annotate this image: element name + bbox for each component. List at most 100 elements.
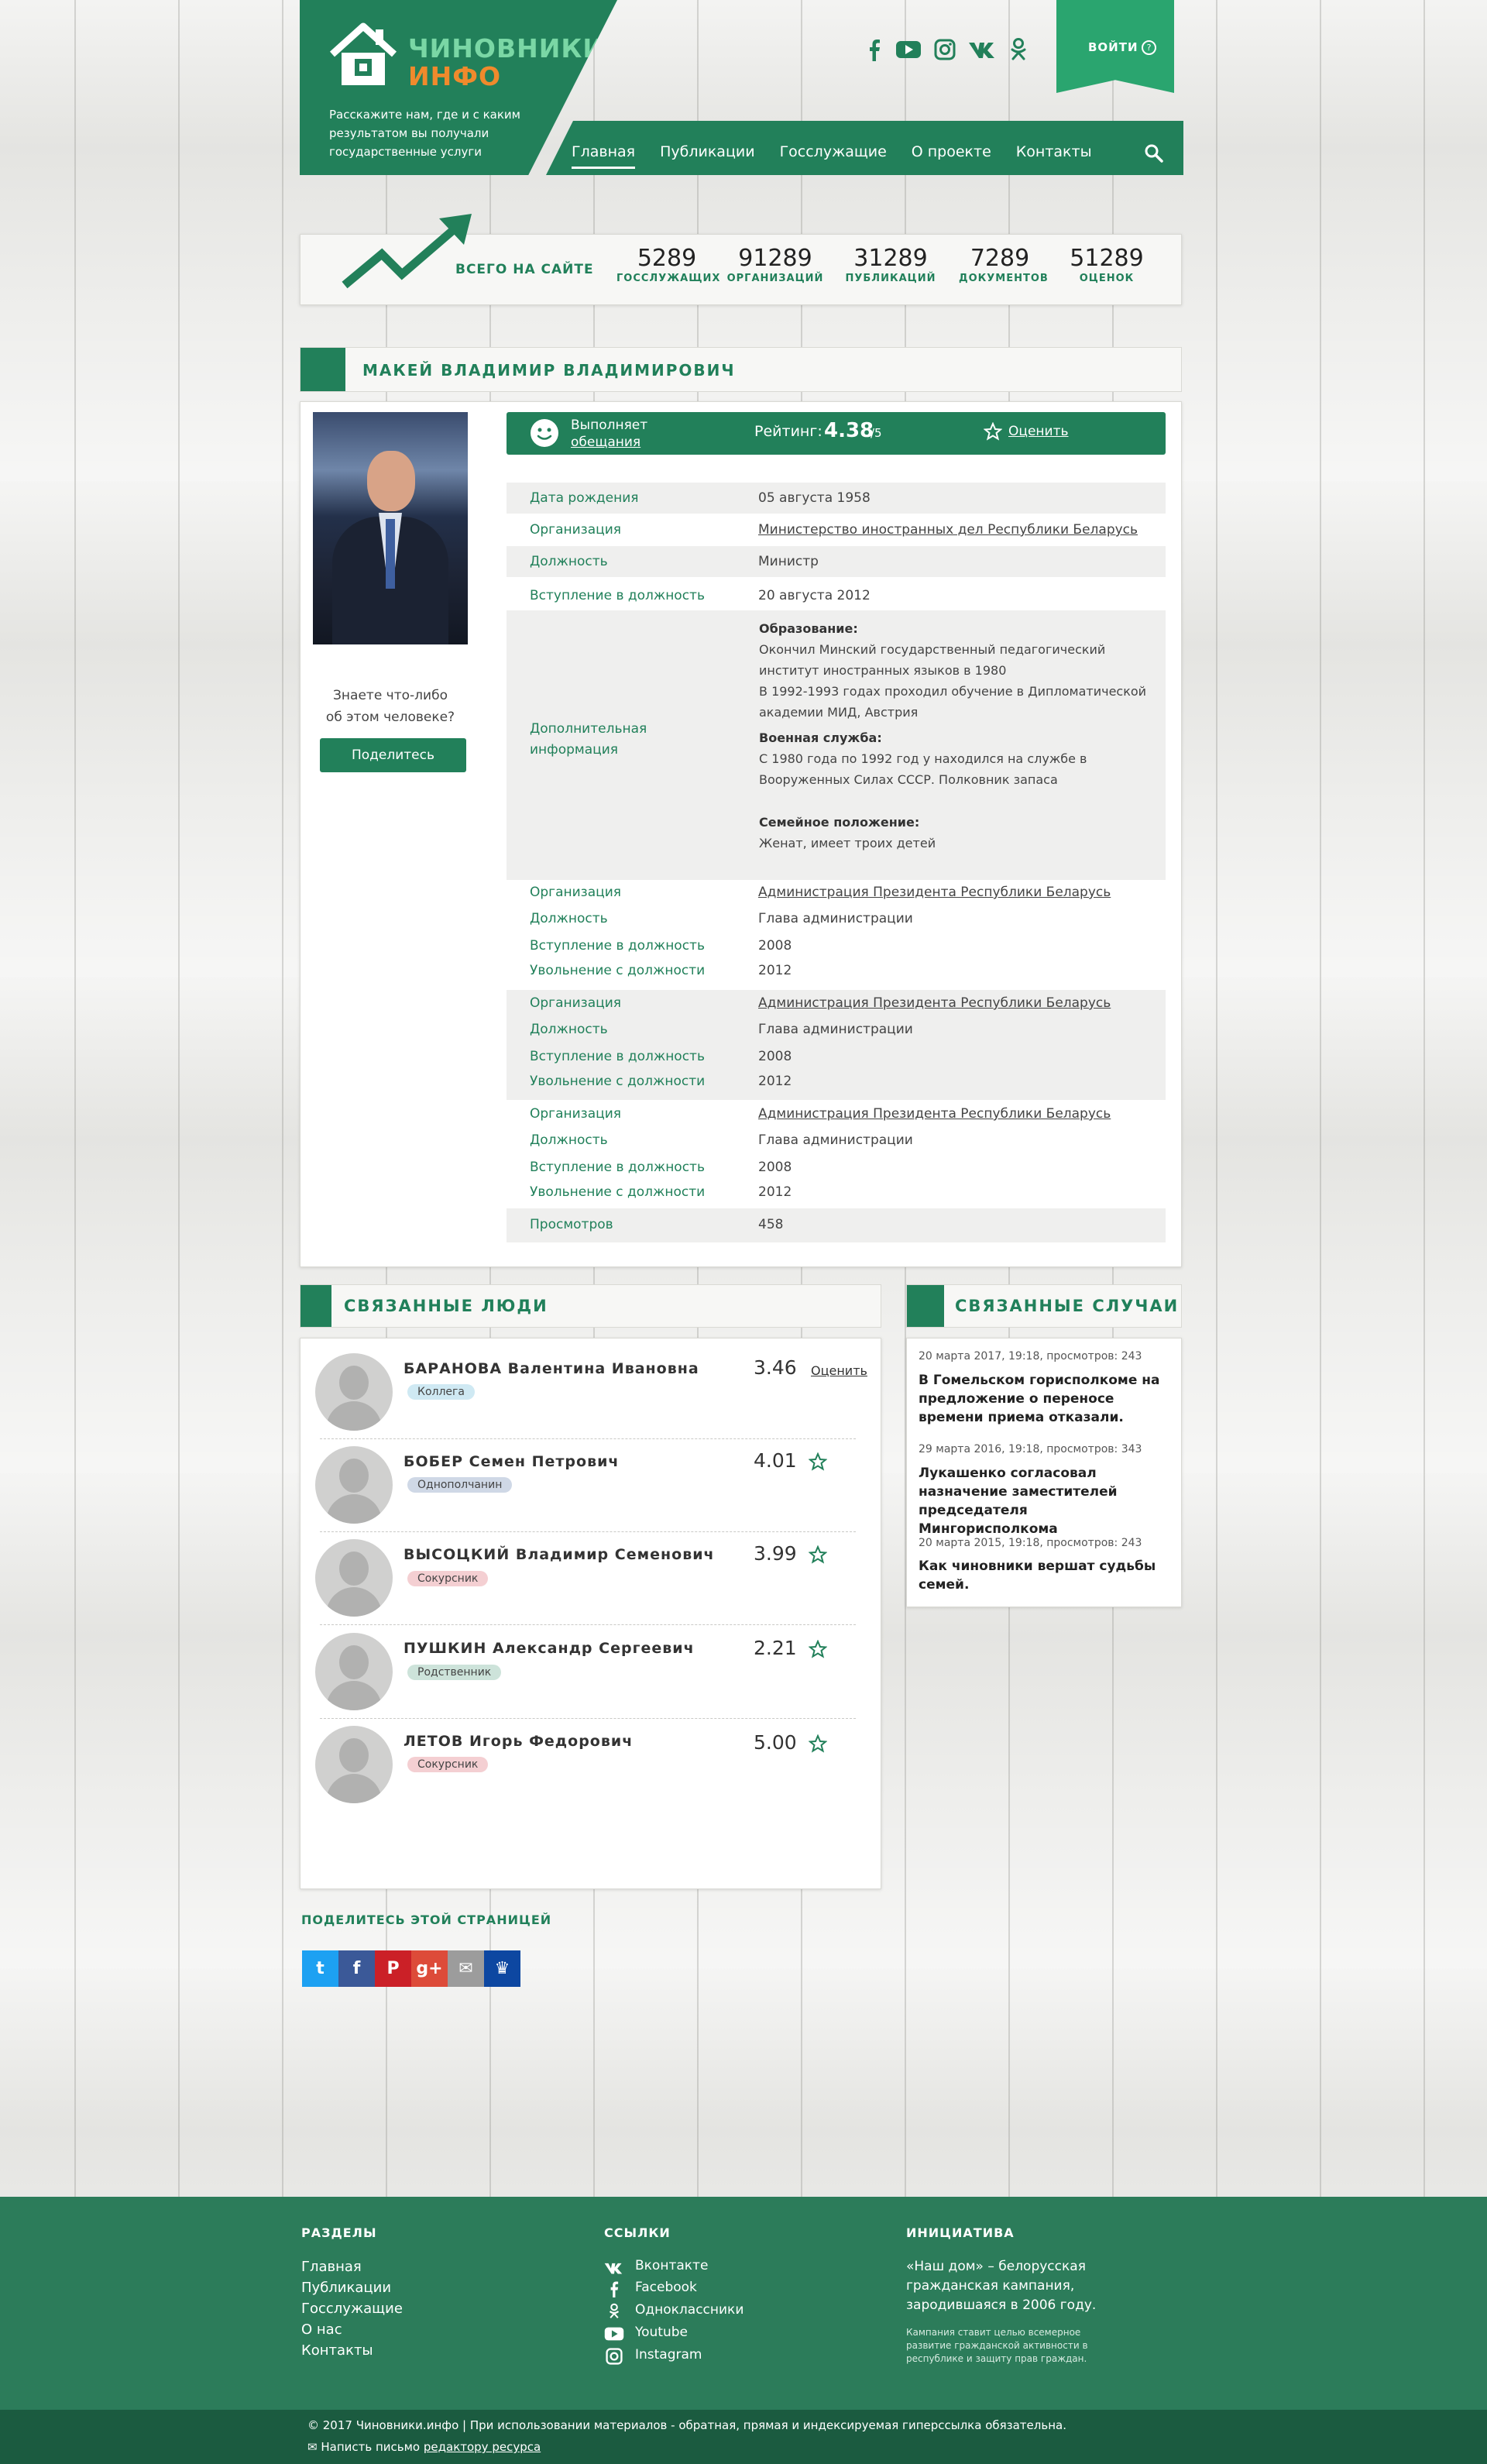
search-icon[interactable] [1143,143,1165,164]
initiative-text: «Наш дом» – белорусская гражданская камп… [906,2259,1097,2313]
case-title[interactable]: В Гомельском горисполкоме на предложение… [919,1371,1170,1427]
organization-link[interactable]: Администрация Президента Республики Бела… [758,995,1111,1011]
instagram-icon[interactable] [934,39,956,60]
mail-editor: ✉ Написть письмо редактору ресурса [307,2440,541,2454]
stat-number: 5289 [637,245,697,272]
avatar[interactable] [315,1446,393,1524]
footer-link-officials[interactable]: Госслужащие [301,2301,403,2317]
login-button[interactable]: ВОЙТИ [1088,40,1138,54]
person-name[interactable]: БОБЕР Семен Петрович [404,1453,619,1470]
row-label: Вступление в должность [530,588,705,603]
star-icon[interactable] [809,1545,827,1564]
row-value: 20 августа 2012 [758,588,871,603]
email-icon[interactable]: ✉ [448,1950,484,1987]
share-info-button[interactable]: Поделитесь [320,738,466,772]
star-icon[interactable] [809,1734,827,1753]
vk-icon[interactable]: ♛ [484,1950,520,1987]
row-label: Организация [530,1106,621,1122]
person-name[interactable]: ВЫСОЦКИЙ Владимир Семенович [404,1546,715,1563]
star-icon[interactable] [984,422,1002,441]
footer-link-home[interactable]: Главная [301,2259,362,2275]
row-value: Министр [758,554,819,569]
footer-link-about[interactable]: О нас [301,2321,342,2338]
stat-number: 91289 [738,245,812,272]
nav-officials[interactable]: Госслужащие [780,143,887,169]
odnoklassniki-icon[interactable] [1010,37,1027,62]
avatar[interactable] [315,1353,393,1431]
google-plus-icon[interactable]: g+ [411,1950,448,1987]
person-score: 2.21 [754,1637,797,1659]
person-name[interactable]: БАРАНОВА Валентина Ивановна [404,1360,699,1377]
row-value: 2008 [758,1049,792,1064]
vk-icon[interactable] [968,40,998,59]
rate-link[interactable]: Оценить [811,1363,867,1378]
footer-link-youtube[interactable]: Youtube [635,2325,688,2340]
divider [320,1718,856,1719]
stat-caption: ОЦЕНОК [1079,273,1135,284]
related-people-header: СВЯЗАННЫЕ ЛЮДИ [300,1284,881,1328]
promises-link[interactable]: обещания [571,434,647,451]
row-label: Должность [530,1022,608,1037]
profile-header: МАКЕЙ ВЛАДИМИР ВЛАДИМИРОВИЧ [300,347,1182,392]
nav-contacts[interactable]: Контакты [1016,143,1092,169]
nav-about[interactable]: О проекте [912,143,991,169]
case-meta: 20 марта 2017, 19:18, просмотров: 243 [919,1350,1142,1363]
stat-number: 51289 [1070,245,1144,272]
stat-officials: 5289 ГОССЛУЖАЩИХ [616,245,721,284]
star-icon[interactable] [809,1452,827,1471]
know-line-1: Знаете что-либо [333,688,448,703]
person-name[interactable]: ЛЕТОВ Игорь Федорович [404,1733,633,1750]
facebook-icon[interactable] [866,38,883,61]
youtube-icon[interactable] [895,40,922,60]
row-label: Должность [530,1132,608,1148]
row-value: 2008 [758,1160,792,1175]
row-label: Просмотров [530,1217,613,1232]
footer-link-vk[interactable]: Вконтакте [635,2258,708,2273]
organization-link[interactable]: Министерство иностранных дел Республики … [758,522,1138,538]
stat-organizations: 91289 ОРГАНИЗАЦИЙ [726,245,824,284]
row-label: Увольнение с должности [530,963,706,978]
help-icon[interactable]: ? [1142,40,1156,55]
divider [320,1624,856,1625]
related-cases-header: СВЯЗАННЫЕ СЛУЧАИ [906,1284,1182,1328]
editor-link[interactable]: редактору ресурса [424,2440,541,2454]
stats-label: ВСЕГО НА САЙТЕ [455,262,594,277]
row-value: Глава администрации [758,1132,913,1148]
row-label: Организация [530,885,621,900]
relation-badge: Однополчанин [407,1477,513,1493]
footer-link-facebook[interactable]: Facebook [635,2280,697,2295]
row-value: 05 августа 1958 [758,490,871,506]
organization-link[interactable]: Администрация Президента Республики Бела… [758,1106,1111,1122]
case-title[interactable]: Как чиновники вершат судьбы семей. [919,1557,1170,1594]
case-title[interactable]: Лукашенко согласовал назначение заместит… [919,1464,1170,1538]
pinterest-icon[interactable]: P [375,1950,411,1987]
know-line-2: об этом человеке? [325,710,455,725]
twitter-icon[interactable]: t [302,1950,338,1987]
row-label: Вступление в должность [530,1160,705,1175]
rate-link[interactable]: Оценить [1008,424,1069,439]
avatar[interactable] [315,1726,393,1803]
avatar[interactable] [315,1539,393,1617]
person-name[interactable]: ПУШКИН Александр Сергеевич [404,1640,695,1657]
organization-link[interactable]: Администрация Президента Республики Бела… [758,885,1111,900]
rating-max: /5 [871,426,882,440]
stat-documents: 7289 ДОКУМЕНТОВ [959,245,1048,284]
stat-caption: ГОССЛУЖАЩИХ [616,273,721,284]
avatar[interactable] [315,1633,393,1710]
facebook-icon[interactable]: f [338,1950,375,1987]
footer-link-contacts[interactable]: Контакты [301,2342,373,2359]
star-icon[interactable] [809,1640,827,1658]
row-label: Вступление в должность [530,1049,705,1064]
related-cases-title: СВЯЗАННЫЕ СЛУЧАИ [955,1297,1180,1315]
footer-link-publications[interactable]: Публикации [301,2280,391,2296]
nav-home[interactable]: Главная [572,143,636,169]
know-something-prompt: Знаете что-либо об этом человеке? [313,685,468,728]
row-label: Дополнительная информация [530,721,647,758]
vk-icon [604,2263,623,2274]
nav-publications[interactable]: Публикации [660,143,755,169]
row-label: Увольнение с должности [530,1074,706,1089]
row-value: Глава администрации [758,1022,913,1037]
military-title: Военная служба: [759,730,882,745]
footer-link-instagram[interactable]: Instagram [635,2347,702,2363]
footer-link-ok[interactable]: Одноклассники [635,2302,744,2318]
